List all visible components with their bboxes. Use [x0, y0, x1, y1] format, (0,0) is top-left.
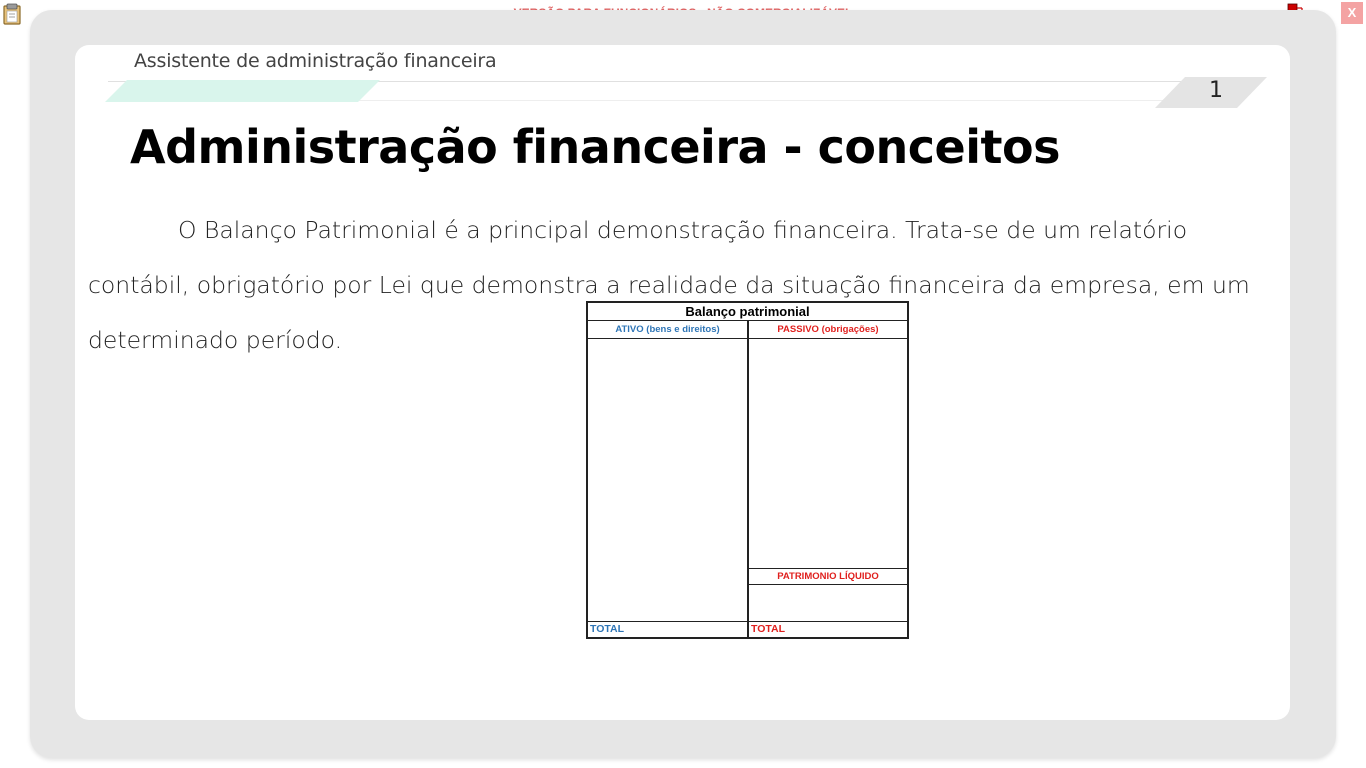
- close-button[interactable]: X: [1341, 2, 1363, 24]
- paragraph-line: O Balanço Patrimonial é a principal demo…: [178, 216, 1188, 244]
- passivo-header: PASSIVO (obrigações): [749, 321, 907, 339]
- balance-sheet-title: Balanço patrimonial: [588, 303, 907, 321]
- balance-sheet-table: Balanço patrimonial ATIVO (bens e direit…: [586, 301, 909, 639]
- ativo-header: ATIVO (bens e direitos): [588, 321, 747, 339]
- header-accent-band: [105, 80, 380, 102]
- slide-title: Administração financeira - conceitos: [130, 120, 1061, 174]
- ativo-total-label: TOTAL: [590, 623, 625, 635]
- column-divider: [747, 321, 749, 637]
- page-number: 1: [1209, 78, 1223, 103]
- course-title: Assistente de administração financeira: [134, 50, 497, 72]
- total-row: [588, 621, 907, 637]
- patrimonio-liquido-header: PATRIMONIO LÍQUIDO: [749, 568, 907, 585]
- passivo-total-label: TOTAL: [751, 623, 786, 635]
